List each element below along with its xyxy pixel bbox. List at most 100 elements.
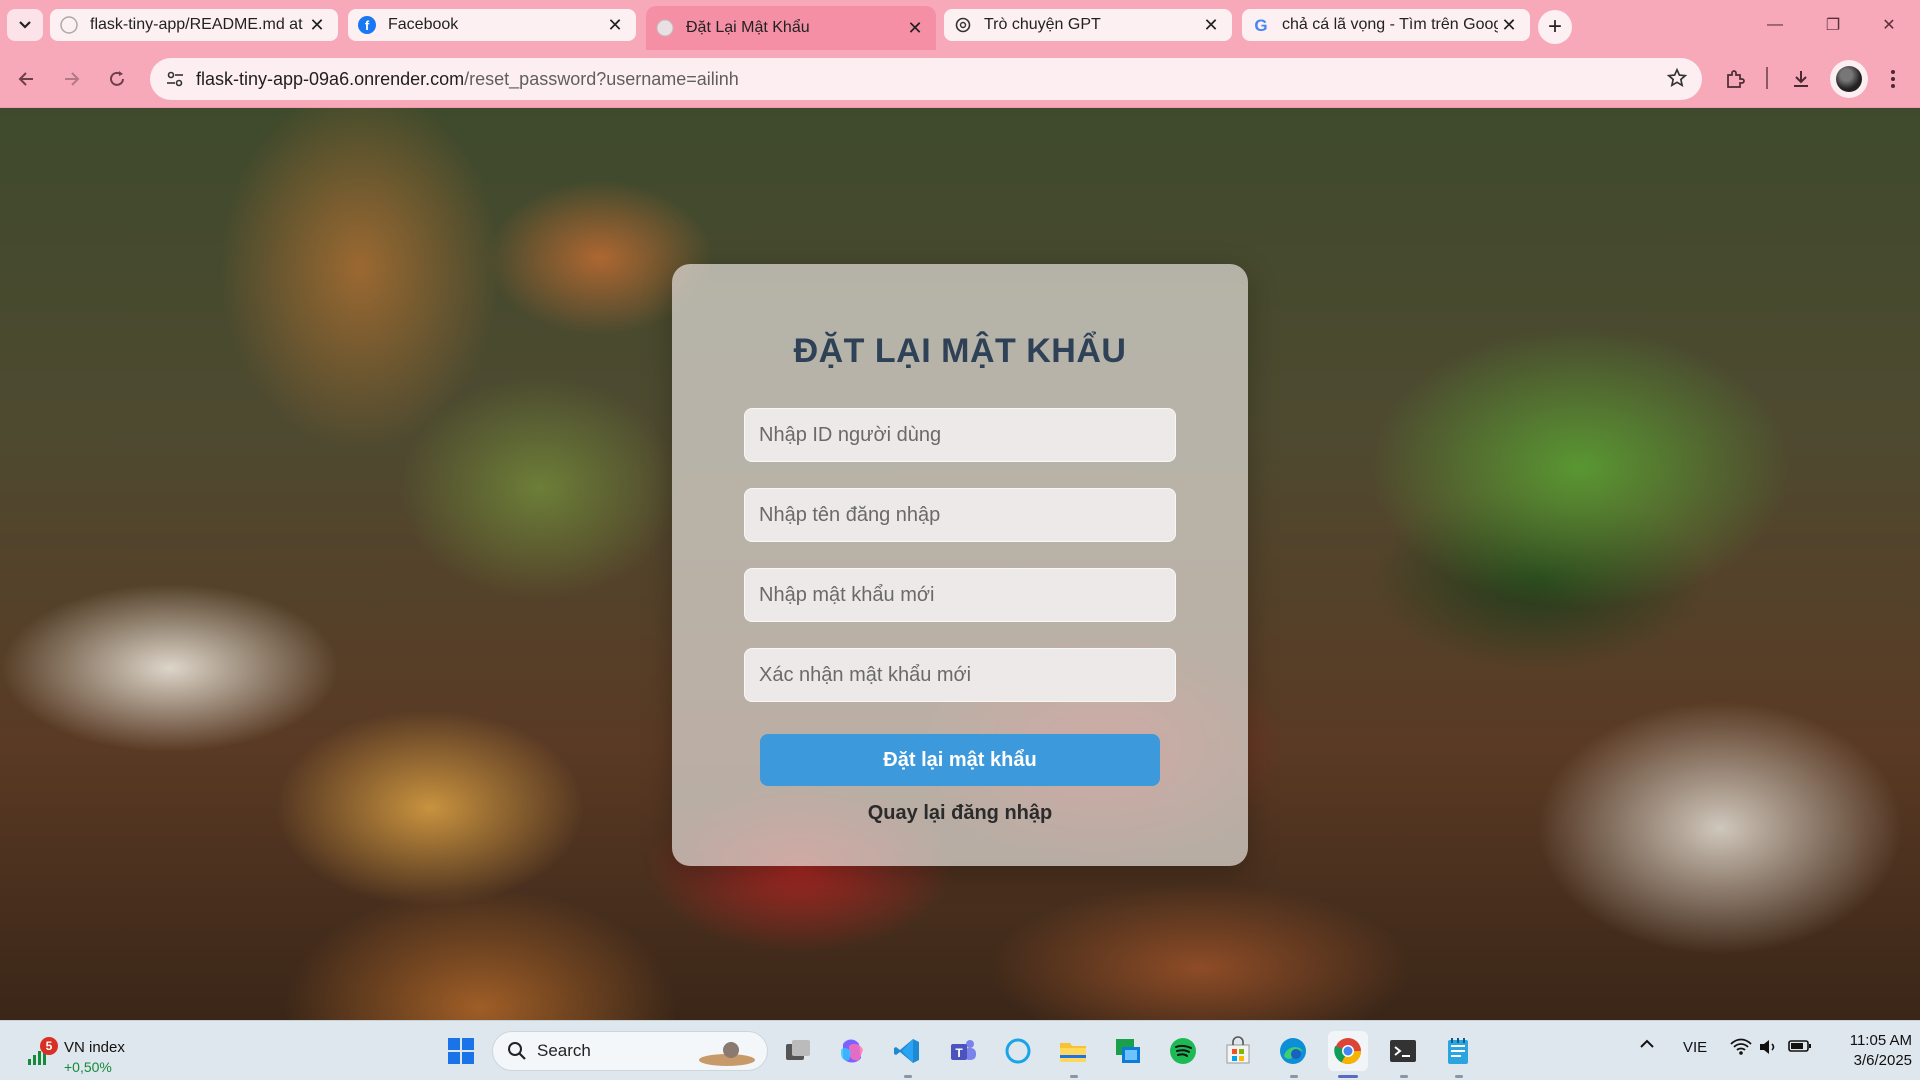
- download-icon: [1794, 71, 1808, 87]
- toolbar-divider: [1766, 67, 1768, 89]
- chrome-menu-button[interactable]: [1874, 60, 1912, 98]
- search-highlight-icon: [699, 1042, 755, 1066]
- puzzle-icon: [1727, 70, 1745, 88]
- tab-strip: flask-tiny-app/README.md at m ✕ f Facebo…: [0, 0, 1920, 50]
- running-indicator: [1400, 1075, 1408, 1078]
- tab-facebook[interactable]: f Facebook ✕: [348, 9, 636, 41]
- search-icon: [508, 1042, 526, 1060]
- taskbar-search[interactable]: Search: [492, 1031, 768, 1071]
- url-host: flask-tiny-app-09a6.onrender.com: [196, 68, 465, 89]
- tab-title: flask-tiny-app/README.md at m: [90, 16, 306, 33]
- clock-date: 3/6/2025: [1853, 1052, 1912, 1069]
- chevron-up-icon[interactable]: [1638, 1035, 1656, 1057]
- running-indicator: [1070, 1075, 1078, 1078]
- wifi-icon[interactable]: [1730, 1037, 1752, 1061]
- widget-title: VN index: [64, 1039, 125, 1056]
- username-input[interactable]: [744, 488, 1176, 542]
- clock-time: 11:05 AM: [1849, 1032, 1912, 1049]
- tab-title: chả cá lã vọng - Tìm trên Google: [1282, 16, 1498, 33]
- avatar: [1836, 66, 1862, 92]
- teams-icon[interactable]: T: [943, 1031, 983, 1071]
- arrow-right-icon: [65, 72, 80, 86]
- cortana-icon[interactable]: [998, 1031, 1038, 1071]
- notepad-icon[interactable]: [1438, 1031, 1478, 1071]
- close-tab-icon[interactable]: ✕: [904, 17, 926, 39]
- reset-password-card: ĐẶT LẠI MẬT KHẨU Đặt lại mật khẩu Quay l…: [672, 264, 1248, 866]
- new-password-input[interactable]: [744, 568, 1176, 622]
- taskbar: 5 VN index +0,50% Search T VIE 11:05 AM …: [0, 1020, 1920, 1080]
- stock-widget[interactable]: 5 VN index +0,50%: [22, 1029, 162, 1075]
- extensions-button[interactable]: [1716, 60, 1754, 98]
- volume-icon[interactable]: [1758, 1037, 1780, 1061]
- task-view-icon[interactable]: [778, 1031, 818, 1071]
- running-indicator: [1338, 1075, 1358, 1078]
- windows-start-icon[interactable]: [441, 1031, 481, 1071]
- microsoft-store-icon[interactable]: [1218, 1031, 1258, 1071]
- reload-icon: [110, 71, 124, 86]
- forward-button[interactable]: [54, 62, 88, 96]
- close-tab-icon[interactable]: ✕: [604, 14, 626, 36]
- minimize-button[interactable]: —: [1752, 12, 1798, 38]
- confirm-password-input[interactable]: [744, 648, 1176, 702]
- chrome-icon[interactable]: [1328, 1031, 1368, 1071]
- language-indicator[interactable]: VIE: [1683, 1039, 1707, 1056]
- user-id-input[interactable]: [744, 408, 1176, 462]
- close-tab-icon[interactable]: ✕: [1498, 14, 1520, 36]
- tab-github-readme[interactable]: flask-tiny-app/README.md at m ✕: [50, 9, 338, 41]
- file-explorer-icon[interactable]: [1053, 1031, 1093, 1071]
- copilot-icon[interactable]: [832, 1031, 872, 1071]
- browser-toolbar: flask-tiny-app-09a6.onrender.com/reset_p…: [0, 50, 1920, 108]
- kebab-menu-icon: [1891, 70, 1895, 88]
- tab-google-search[interactable]: G chả cá lã vọng - Tìm trên Google ✕: [1242, 9, 1530, 41]
- svg-text:T: T: [955, 1046, 963, 1060]
- tab-title: Đặt Lại Mật Khẩu: [686, 19, 810, 36]
- tab-chatgpt[interactable]: Trò chuyện GPT ✕: [944, 9, 1232, 41]
- close-window-button[interactable]: ✕: [1866, 12, 1912, 38]
- tab-reset-password[interactable]: Đặt Lại Mật Khẩu ✕: [646, 6, 936, 50]
- page-background: ĐẶT LẠI MẬT KHẨU Đặt lại mật khẩu Quay l…: [0, 108, 1920, 1020]
- running-indicator: [1290, 1075, 1298, 1078]
- spotify-icon[interactable]: [1163, 1031, 1203, 1071]
- remote-desktop-icon[interactable]: [1108, 1031, 1148, 1071]
- profile-button[interactable]: [1830, 60, 1868, 98]
- running-indicator: [904, 1075, 912, 1078]
- close-tab-icon[interactable]: ✕: [306, 14, 328, 36]
- site-settings-icon[interactable]: [164, 68, 186, 95]
- back-to-login-link[interactable]: Quay lại đăng nhập: [672, 802, 1248, 825]
- restore-button[interactable]: ❐: [1810, 12, 1856, 38]
- svg-text:G: G: [1254, 16, 1267, 34]
- running-indicator: [1455, 1075, 1463, 1078]
- tab-title: Trò chuyện GPT: [984, 16, 1101, 33]
- minimize-icon: —: [1767, 16, 1783, 33]
- new-tab-button[interactable]: +: [1538, 10, 1572, 44]
- svg-text:f: f: [365, 18, 370, 33]
- terminal-icon[interactable]: [1383, 1031, 1423, 1071]
- battery-icon[interactable]: [1788, 1038, 1812, 1058]
- vscode-icon[interactable]: [887, 1031, 927, 1071]
- back-button[interactable]: [10, 62, 44, 96]
- widget-change: +0,50%: [64, 1059, 112, 1075]
- chatgpt-icon: [954, 16, 972, 34]
- tab-title: Facebook: [388, 16, 459, 33]
- reset-password-button[interactable]: Đặt lại mật khẩu: [760, 734, 1160, 786]
- globe-icon: [656, 19, 674, 37]
- downloads-button[interactable]: [1782, 60, 1820, 98]
- edge-icon[interactable]: [1273, 1031, 1313, 1071]
- google-icon: G: [1252, 16, 1270, 34]
- search-label: Search: [537, 1041, 591, 1060]
- tab-search-button[interactable]: [7, 9, 43, 41]
- restore-icon: ❐: [1825, 17, 1841, 34]
- system-clock[interactable]: 11:05 AM 3/6/2025: [1826, 1031, 1912, 1071]
- plus-icon: +: [1547, 13, 1562, 40]
- notification-badge: 5: [40, 1037, 58, 1055]
- github-icon: [60, 16, 78, 34]
- bookmark-star-icon[interactable]: [1666, 67, 1688, 94]
- chevron-down-icon: [19, 21, 31, 29]
- reload-button[interactable]: [100, 62, 134, 96]
- address-bar[interactable]: flask-tiny-app-09a6.onrender.com/reset_p…: [150, 58, 1702, 100]
- facebook-icon: f: [358, 16, 376, 34]
- close-icon: ✕: [1882, 17, 1896, 34]
- url-path: /reset_password?username=ailinh: [464, 68, 739, 89]
- close-tab-icon[interactable]: ✕: [1200, 14, 1222, 36]
- page-title: ĐẶT LẠI MẬT KHẨU: [793, 332, 1127, 370]
